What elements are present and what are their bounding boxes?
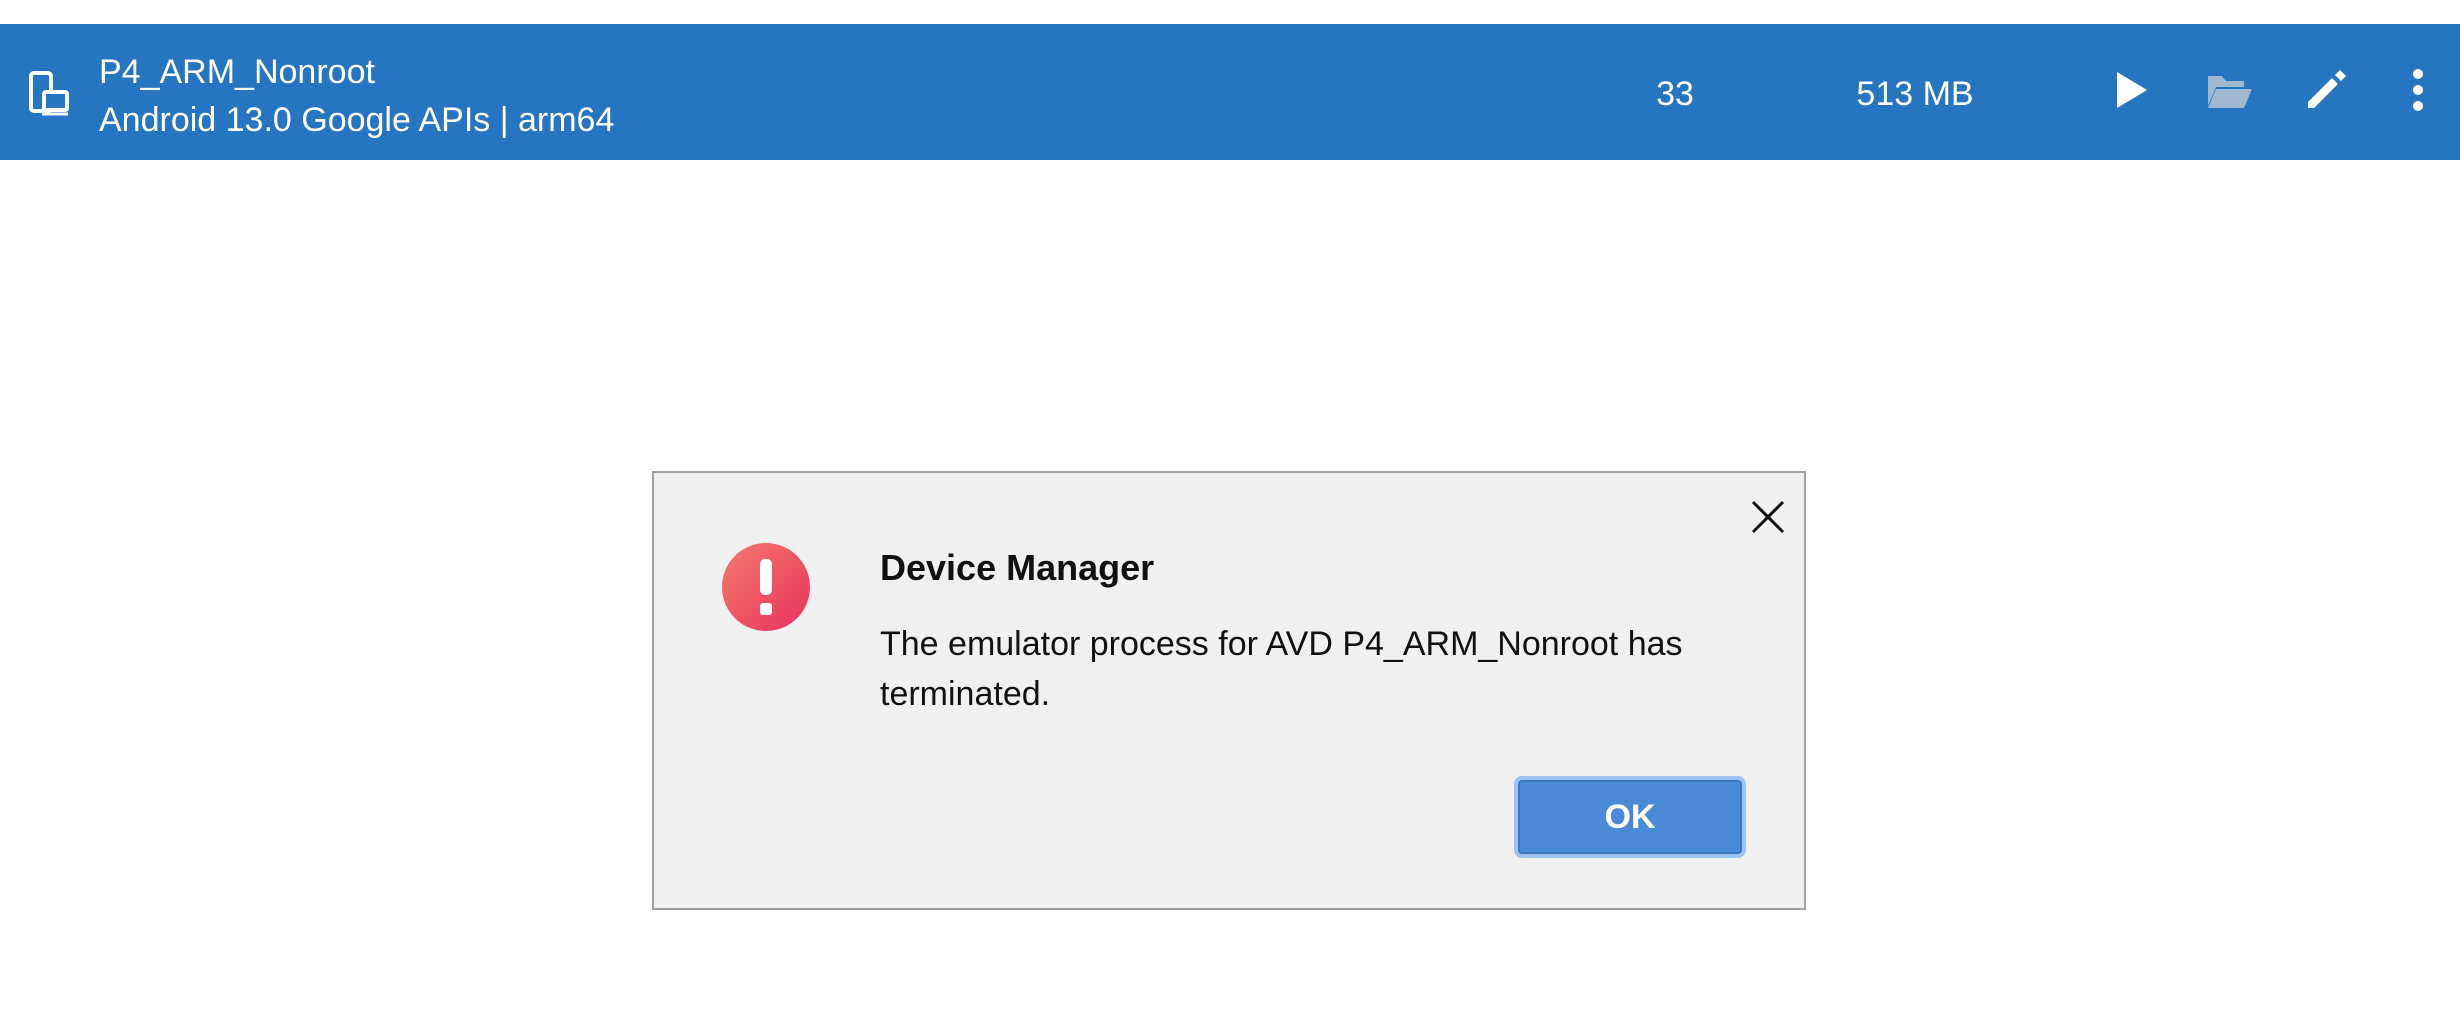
device-row[interactable]: P4_ARM_Nonroot Android 13.0 Google APIs … [0, 24, 2460, 160]
folder-open-icon [2206, 70, 2254, 115]
more-vertical-icon [2411, 68, 2425, 117]
close-dialog-button[interactable] [1746, 497, 1790, 541]
dialog-title: Device Manager [880, 547, 1155, 588]
device-subtitle: Android 13.0 Google APIs | arm64 [99, 101, 615, 139]
ok-button[interactable]: OK [1514, 776, 1746, 858]
top-edge-strip [0, 0, 2460, 24]
error-dialog: Device Manager The emulator process for … [652, 471, 1806, 910]
close-icon [1750, 499, 1786, 540]
run-device-button[interactable] [2104, 64, 2160, 120]
more-actions-button[interactable] [2390, 64, 2446, 120]
dialog-message: The emulator process for AVD P4_ARM_Nonr… [880, 625, 1683, 713]
device-name: P4_ARM_Nonroot [99, 53, 375, 91]
play-icon [2115, 70, 2149, 115]
api-level: 33 [1656, 75, 1694, 113]
edit-device-button[interactable] [2298, 64, 2354, 120]
error-icon [722, 543, 810, 631]
size-on-disk: 513 MB [1856, 75, 1974, 113]
pencil-icon [2304, 68, 2348, 117]
show-on-disk-button[interactable] [2202, 64, 2258, 120]
phone-tablet-icon [28, 70, 70, 116]
